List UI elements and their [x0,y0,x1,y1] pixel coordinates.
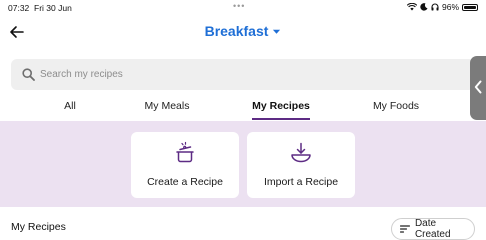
page-title: Breakfast [204,23,269,39]
tab-all[interactable]: All [32,94,108,121]
search-input[interactable] [40,65,460,84]
battery-level [464,5,476,9]
wifi-icon [406,3,417,11]
status-bar: 07:32 Fri 30 Jun ••• 96% [0,0,486,16]
status-date: Fri 30 Jun [34,3,72,13]
create-recipe-button[interactable]: Create a Recipe [131,132,239,198]
moon-icon [420,3,428,11]
sort-lines-icon [400,225,410,233]
battery-icon [462,3,478,11]
multitask-dots[interactable]: ••• [233,1,245,11]
tab-my-meals[interactable]: My Meals [129,94,205,121]
recipes-list-header: My Recipes Date Created [0,212,486,240]
tab-label: All [64,100,76,112]
status-time-date: 07:32 Fri 30 Jun [8,3,72,13]
chevron-left-icon [474,80,482,94]
tab-label: My Meals [144,100,190,112]
search-bar[interactable] [11,59,475,90]
meal-selector[interactable]: Breakfast [0,23,486,39]
headphones-icon [431,3,439,11]
tab-bar: All My Meals My Recipes My Foods [0,94,486,121]
caret-down-icon [273,29,281,34]
import-recipe-button[interactable]: Import a Recipe [247,132,355,198]
sort-button[interactable]: Date Created [391,218,475,240]
download-bowl-icon [291,142,311,163]
status-time: 07:32 [8,3,30,13]
header: Breakfast [0,16,486,50]
sort-label: Date Created [414,218,451,240]
section-title: My Recipes [11,221,66,233]
active-tab-indicator [252,118,310,120]
recipe-actions: Create a Recipe Import a Recipe [0,121,486,207]
tab-label: My Foods [372,100,420,112]
battery-percent: 96% [441,2,459,12]
tab-my-recipes[interactable]: My Recipes [252,94,310,121]
search-icon [22,68,35,81]
status-indicators: 96% [406,2,478,12]
import-recipe-label: Import a Recipe [263,176,339,188]
tab-label: My Recipes [252,100,310,112]
tab-my-foods[interactable]: My Foods [358,94,434,121]
cooking-pot-icon [176,141,194,163]
create-recipe-label: Create a Recipe [147,176,223,188]
